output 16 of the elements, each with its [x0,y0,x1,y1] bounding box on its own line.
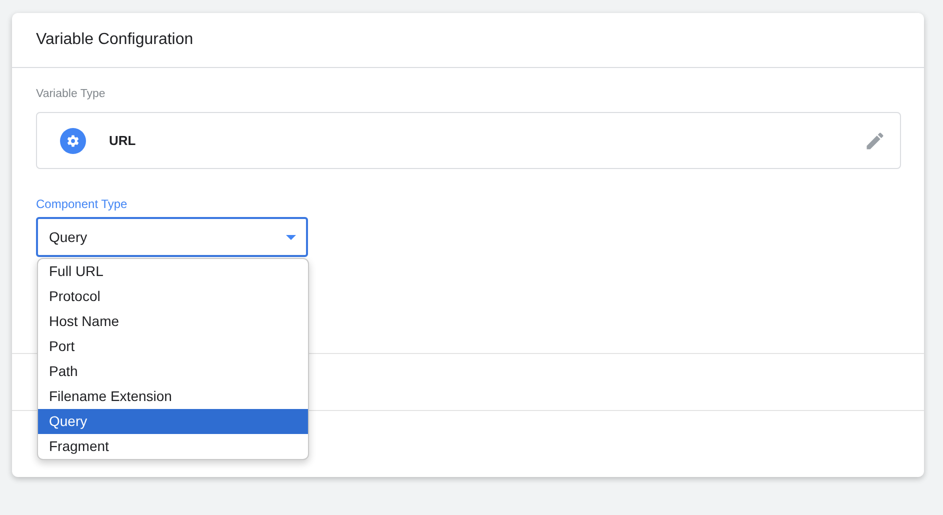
dropdown-option[interactable]: Protocol [38,284,308,309]
dropdown-option[interactable]: Path [38,359,308,384]
card-title: Variable Configuration [36,31,194,49]
component-type-dropdown[interactable]: Query [36,217,308,257]
dropdown-option[interactable]: Query [38,409,308,434]
field-label: Variable Type [36,88,106,100]
gear-icon [60,128,86,154]
field-label: Component Type [36,197,128,211]
dropdown-option[interactable]: Filename Extension [38,384,308,409]
variable-type-field[interactable]: URL [36,112,901,169]
dropdown-option[interactable]: Port [38,334,308,359]
caret-icon [286,234,296,240]
dropdown-option[interactable]: Fragment [38,434,308,459]
dropdown-option[interactable]: Host Name [38,309,308,334]
dropdown-option[interactable]: Full URL [38,259,308,284]
edit-icon[interactable] [864,130,886,152]
